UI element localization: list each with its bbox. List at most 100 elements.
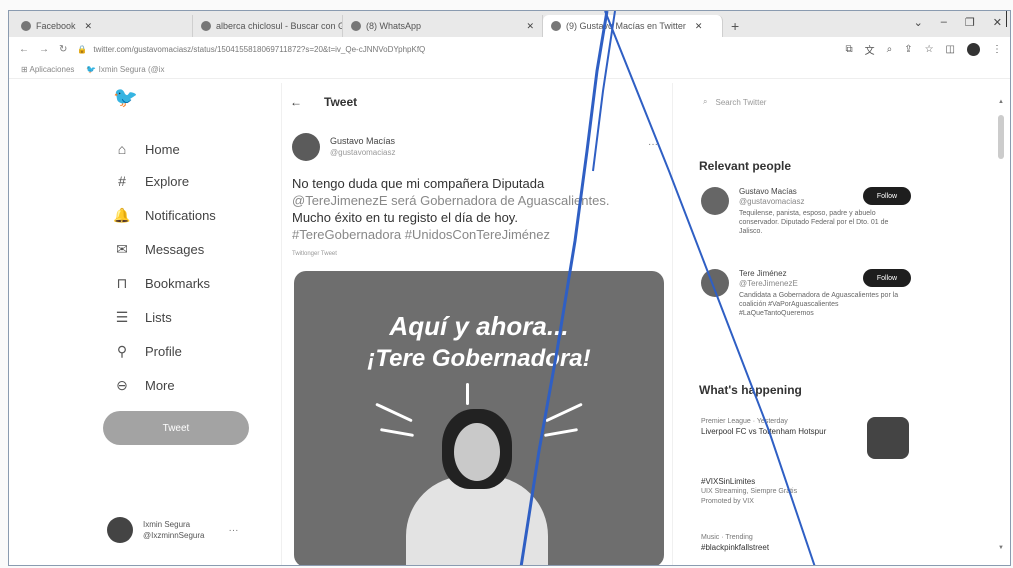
chevron-down-icon[interactable]: ⌄	[914, 16, 923, 29]
sidebar-icon[interactable]: ◫	[946, 44, 955, 55]
twitter-logo-icon[interactable]: 🐦	[113, 85, 138, 110]
author-name[interactable]: Gustavo Macías	[330, 135, 395, 147]
nav-label: Messages	[145, 242, 205, 257]
new-tab-button[interactable]: +	[723, 15, 747, 37]
nav-label: Explore	[145, 173, 190, 189]
account-name: Ixmin Segura	[143, 520, 191, 529]
back-arrow-icon[interactable]: ←	[290, 95, 302, 109]
envelope-icon: ✉	[116, 241, 128, 257]
tweet-hashtags[interactable]: #TereGobernadora #UnidosConTereJiménez	[292, 226, 662, 243]
toolbar-icons: ⧉ 文 ⌕ ⇪ ☆ ◫ ⋮	[845, 42, 1002, 57]
trend-title[interactable]: Liverpool FC vs Tottenham Hotspur	[701, 427, 861, 437]
nav-bookmarks[interactable]: ⊓ Bookmarks	[113, 275, 211, 292]
search-input[interactable]: ⌕ Search Twitter	[697, 89, 917, 115]
trend-title[interactable]: #VIXSinLimites	[701, 477, 911, 487]
whatsapp-icon	[351, 21, 361, 31]
minimize-button[interactable]: –	[941, 16, 947, 29]
relevant-people-title: Relevant people	[699, 159, 792, 173]
account-switcher[interactable]: Ixmin Segura @IxzminnSegura ···	[107, 517, 238, 543]
person-handle: @TereJimenezE	[739, 279, 798, 288]
tab-facebook[interactable]: Facebook ✕	[13, 15, 193, 37]
tab-label: (9) Gustavo Macías en Twitter	[566, 21, 686, 31]
corner-mark	[1006, 11, 1010, 27]
tab-google[interactable]: alberca chiclosul - Buscar con G ✕	[193, 15, 343, 37]
author-handle[interactable]: @gustavomaciasz	[330, 147, 395, 159]
portrait-face	[454, 423, 500, 481]
nav-more[interactable]: ⊖ More	[113, 377, 175, 394]
close-window-button[interactable]: ✕	[993, 16, 1002, 29]
follow-button[interactable]: Follow	[863, 269, 911, 287]
screenshot-page: Facebook ✕ alberca chiclosul - Buscar co…	[0, 0, 1013, 568]
scroll-down-icon[interactable]: ▼	[998, 545, 1004, 551]
extension-icon[interactable]: ⧉	[845, 44, 852, 55]
trend-item[interactable]: Music · Trending #blackpinkfallstreet	[701, 533, 911, 553]
zoom-icon[interactable]: ⌕	[887, 44, 893, 55]
nav-lists[interactable]: ☰ Lists	[113, 309, 172, 326]
tab-whatsapp[interactable]: (8) WhatsApp ✕	[343, 15, 543, 37]
scroll-up-icon[interactable]: ▲	[998, 99, 1004, 105]
tweet-mention-line[interactable]: @TereJimenezE será Gobernadora de Aguasc…	[292, 192, 662, 209]
trend-title[interactable]: #blackpinkfallstreet	[701, 543, 911, 553]
tweet-line: Mucho éxito en tu registo el día de hoy.	[292, 210, 518, 225]
nav-label: Home	[145, 141, 180, 157]
burst-line	[375, 402, 413, 423]
burst-line	[545, 402, 583, 423]
person-bio: Tequilense, panista, esposo, padre y abu…	[739, 210, 889, 235]
person-name[interactable]: Tere Jiménez	[739, 269, 798, 279]
forward-icon[interactable]: →	[39, 44, 49, 55]
author-avatar[interactable]	[292, 133, 320, 161]
trend-item[interactable]: #VIXSinLimites UIX Streaming, Siempre Gr…	[701, 477, 911, 507]
more-dots-icon[interactable]: ···	[648, 139, 658, 150]
maximize-button[interactable]: ❐	[965, 16, 975, 29]
tweet-line: No tengo duda que mi compañera Diputada	[292, 176, 545, 191]
tweet-button[interactable]: Tweet	[103, 411, 249, 445]
page-title: Tweet	[324, 95, 358, 109]
close-icon[interactable]: ✕	[85, 21, 93, 32]
trend-thumbnail[interactable]	[867, 417, 909, 459]
bookmark-profile[interactable]: 🐦 Ixmin Segura (@ix	[86, 65, 164, 74]
person-name[interactable]: Gustavo Macías	[739, 187, 804, 197]
list-icon: ☰	[115, 309, 129, 325]
bookmark-icon: ⊓	[116, 275, 128, 291]
address-bar[interactable]: 🔒 twitter.com/gustavomaciasz/status/1504…	[77, 40, 835, 58]
follow-button[interactable]: Follow	[863, 187, 911, 205]
avatar[interactable]	[701, 269, 729, 297]
menu-icon[interactable]: ⋮	[992, 44, 1002, 55]
avatar[interactable]	[701, 187, 729, 215]
relevant-person[interactable]: Tere Jiménez @TereJimenezE Candidata a Go…	[701, 269, 911, 349]
scrollbar[interactable]	[998, 115, 1004, 159]
bookmark-apps[interactable]: ⊞ Aplicaciones	[21, 65, 74, 74]
tab-twitter[interactable]: (9) Gustavo Macías en Twitter ✕	[543, 15, 723, 37]
twitter-icon	[551, 21, 561, 31]
close-icon[interactable]: ✕	[526, 21, 534, 32]
tab-strip: Facebook ✕ alberca chiclosul - Buscar co…	[9, 11, 1010, 37]
tab-label: (8) WhatsApp	[366, 21, 422, 31]
nav-home[interactable]: ⌂ Home	[113, 141, 180, 157]
star-icon[interactable]: ☆	[925, 44, 934, 55]
right-sidebar: ⌕ Search Twitter Relevant people Gustavo…	[689, 83, 989, 565]
nav-messages[interactable]: ✉ Messages	[113, 241, 204, 258]
profile-avatar-icon[interactable]	[967, 42, 980, 56]
more-dots-icon: ···	[228, 524, 239, 536]
left-navigation: 🐦 ⌂ Home # Explore 🔔 Notifications ✉ Message…	[95, 83, 265, 565]
back-icon[interactable]: ←	[19, 44, 29, 55]
translate-icon[interactable]: 文	[865, 42, 875, 57]
burst-line	[379, 428, 415, 437]
tab-label: Facebook	[36, 21, 76, 31]
promoted-label: Promoted by VIX	[701, 498, 754, 505]
share-icon[interactable]: ⇪	[904, 44, 912, 55]
nav-profile[interactable]: ⚲ Profile	[113, 343, 182, 360]
reload-icon[interactable]: ↻	[59, 44, 67, 55]
tweet-image[interactable]: Aquí y ahora... ¡Tere Gobernadora!	[294, 271, 664, 565]
nav-explore[interactable]: # Explore	[113, 173, 189, 189]
portrait-body	[406, 476, 548, 565]
tweet-author[interactable]: Gustavo Macías @gustavomaciasz	[292, 133, 395, 161]
person-bio: Candidata a Gobernadora de Aguascaliente…	[739, 292, 899, 317]
close-icon[interactable]: ✕	[695, 21, 703, 32]
main-column: ← Tweet Gustavo Macías @gustavomaciasz ·…	[281, 83, 673, 565]
trend-meta: Music · Trending	[701, 534, 753, 541]
browser-window: Facebook ✕ alberca chiclosul - Buscar co…	[8, 10, 1011, 566]
hashtag-icon: #	[118, 173, 126, 189]
nav-notifications[interactable]: 🔔 Notifications	[113, 207, 216, 224]
relevant-person[interactable]: Gustavo Macías @gustavomaciasz Tequilense…	[701, 187, 911, 247]
